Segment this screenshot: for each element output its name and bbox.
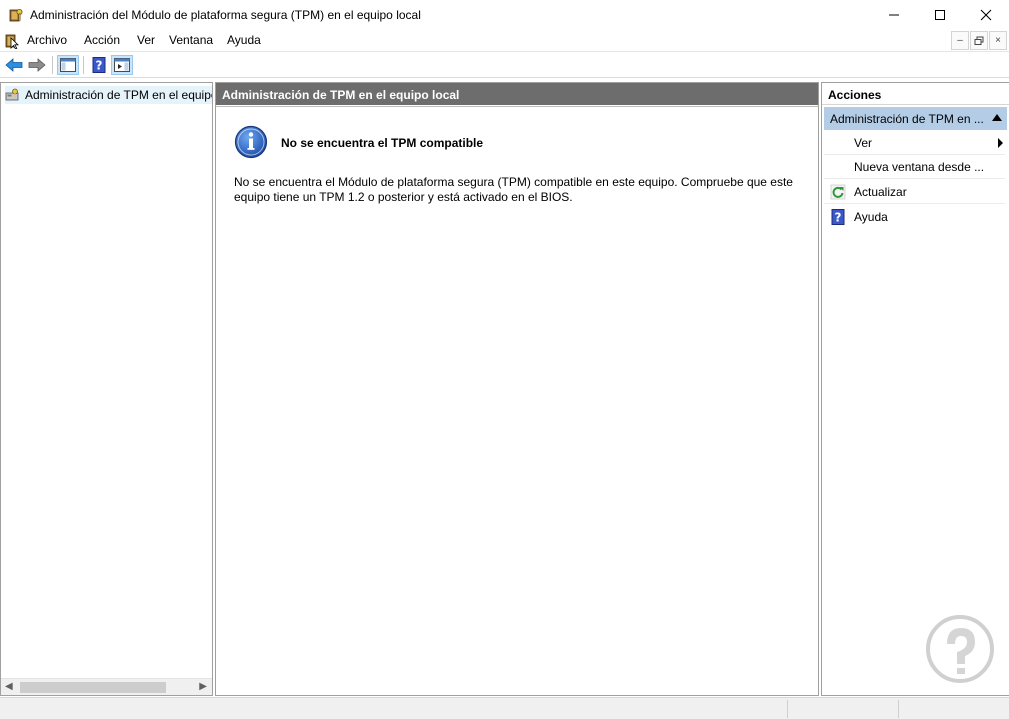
tree-item-label: Administración de TPM en el equipo local xyxy=(25,88,212,102)
tpm-key-icon xyxy=(9,9,23,22)
svg-text:?: ? xyxy=(835,211,842,225)
help-button[interactable]: ? xyxy=(88,55,110,75)
show-hide-action-pane-icon xyxy=(114,58,130,72)
action-label: Nueva ventana desde ... xyxy=(854,160,985,174)
menu-archivo[interactable]: Archivo xyxy=(23,33,71,47)
menu-ventana[interactable]: Ventana xyxy=(165,33,217,47)
results-pane-header: Administración de TPM en el equipo local xyxy=(216,83,818,105)
show-hide-console-tree-button[interactable] xyxy=(57,55,79,75)
watermark-logo xyxy=(926,615,994,683)
back-button[interactable] xyxy=(3,55,25,75)
message-body: No se encuentra el Módulo de plataforma … xyxy=(234,175,793,204)
close-icon xyxy=(980,9,992,21)
show-hide-action-pane-button[interactable] xyxy=(111,55,133,75)
horizontal-scrollbar[interactable]: ◀ ▶ xyxy=(1,678,212,695)
menu-bar: Archivo Acción Ver Ventana Ayuda – × xyxy=(0,30,1009,52)
refresh-icon xyxy=(830,184,846,200)
status-separator xyxy=(787,700,788,718)
action-label: Ver xyxy=(854,136,873,150)
forward-arrow-icon xyxy=(28,58,46,72)
actions-pane: Acciones Administración de TPM en ... Ve… xyxy=(821,82,1009,696)
back-arrow-icon xyxy=(5,58,23,72)
mdi-minimize-button[interactable]: – xyxy=(951,31,969,50)
mdi-minimize-icon: – xyxy=(957,35,963,46)
toolbar-separator xyxy=(52,56,53,74)
mdi-close-button[interactable]: × xyxy=(989,31,1007,50)
minimize-icon xyxy=(889,14,899,16)
help-icon: ? xyxy=(831,209,845,225)
toolbar: ? xyxy=(0,53,1009,78)
action-ver[interactable]: Ver xyxy=(824,131,1005,155)
menu-ayuda[interactable]: Ayuda xyxy=(223,33,265,47)
collapse-triangle-icon[interactable] xyxy=(992,114,1002,121)
tpm-snapin-icon xyxy=(5,88,19,101)
scroll-right-icon[interactable]: ▶ xyxy=(199,681,207,692)
action-label: Ayuda xyxy=(854,210,888,224)
status-bar xyxy=(0,697,1009,719)
actions-group-header[interactable]: Administración de TPM en ... xyxy=(824,107,1007,130)
forward-button[interactable] xyxy=(26,55,48,75)
scroll-left-icon[interactable]: ◀ xyxy=(5,681,13,692)
close-button[interactable] xyxy=(963,0,1009,30)
action-label: Actualizar xyxy=(854,185,907,199)
toolbar-separator xyxy=(83,56,84,74)
scrollbar-thumb[interactable] xyxy=(20,682,166,693)
action-actualizar[interactable]: Actualizar xyxy=(824,180,1005,204)
info-icon xyxy=(234,125,268,159)
window-title: Administración del Módulo de plataforma … xyxy=(30,8,421,22)
menu-accion[interactable]: Acción xyxy=(80,33,124,47)
maximize-button[interactable] xyxy=(917,0,963,30)
console-tree-pane: Administración de TPM en el equipo local… xyxy=(0,82,213,696)
restore-icon xyxy=(974,36,984,45)
menu-ver[interactable]: Ver xyxy=(133,33,159,47)
status-separator xyxy=(898,700,899,718)
svg-text:?: ? xyxy=(96,59,103,73)
title-bar: Administración del Módulo de plataforma … xyxy=(0,0,1009,30)
maximize-icon xyxy=(935,10,945,20)
mdi-close-icon: × xyxy=(995,35,1001,46)
actions-group-label: Administración de TPM en ... xyxy=(830,112,984,126)
show-hide-console-tree-icon xyxy=(60,58,76,72)
submenu-arrow-icon xyxy=(998,138,1003,148)
help-icon: ? xyxy=(92,57,106,73)
action-ayuda[interactable]: ? Ayuda xyxy=(824,205,1005,229)
mdi-restore-button[interactable] xyxy=(970,31,988,50)
actions-header: Acciones xyxy=(822,83,1009,105)
minimize-button[interactable] xyxy=(871,0,917,30)
message-title: No se encuentra el TPM compatible xyxy=(281,136,484,150)
tree-item-tpm-root[interactable]: Administración de TPM en el equipo local xyxy=(5,86,212,104)
action-nueva-ventana[interactable]: Nueva ventana desde ... xyxy=(824,155,1005,179)
system-menu-icon[interactable] xyxy=(4,33,20,49)
results-pane: Administración de TPM en el equipo local… xyxy=(215,82,819,696)
results-pane-content: No se encuentra el TPM compatible No se … xyxy=(216,106,818,695)
